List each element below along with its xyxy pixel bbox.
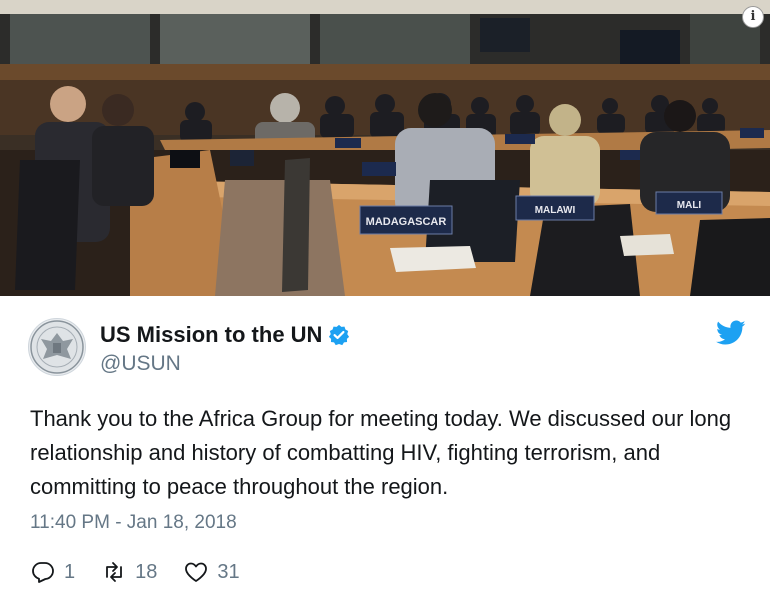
retweet-count: 18 <box>135 560 158 583</box>
user-handle[interactable]: @USUN <box>100 352 181 376</box>
placard-mali: MALI <box>677 200 702 211</box>
twitter-bird-icon[interactable] <box>716 320 746 346</box>
placard-malawi: MALAWI <box>535 205 576 216</box>
tweet-text: Thank you to the Africa Group for meetin… <box>30 406 732 499</box>
placard-madagascar: MADAGASCAR <box>366 216 447 228</box>
like-count: 31 <box>217 560 240 583</box>
meeting-room-scene: MADAGASCAR MALAWI MALI <box>0 0 770 296</box>
us-seal-icon <box>30 320 84 374</box>
retweet-button[interactable]: 18 <box>101 560 157 584</box>
avatar[interactable] <box>28 318 86 376</box>
reply-button[interactable]: 1 <box>30 560 75 584</box>
like-button[interactable]: 31 <box>183 560 240 584</box>
info-icon[interactable]: i <box>742 6 764 28</box>
reply-icon <box>32 562 54 583</box>
reply-count: 1 <box>64 560 76 583</box>
tweet-actions: 1 18 31 <box>30 560 266 584</box>
like-icon <box>185 562 208 582</box>
tweet-photo[interactable]: MADAGASCAR MALAWI MALI i <box>0 0 770 296</box>
tweet-timestamp[interactable]: 11:40 PM - Jan 18, 2018 <box>30 512 237 534</box>
tweet-card: US Mission to the UN @USUN Thank you to … <box>0 296 770 598</box>
display-name[interactable]: US Mission to the UN <box>100 322 322 348</box>
verified-badge-icon <box>329 324 350 346</box>
retweet-icon <box>106 562 123 582</box>
